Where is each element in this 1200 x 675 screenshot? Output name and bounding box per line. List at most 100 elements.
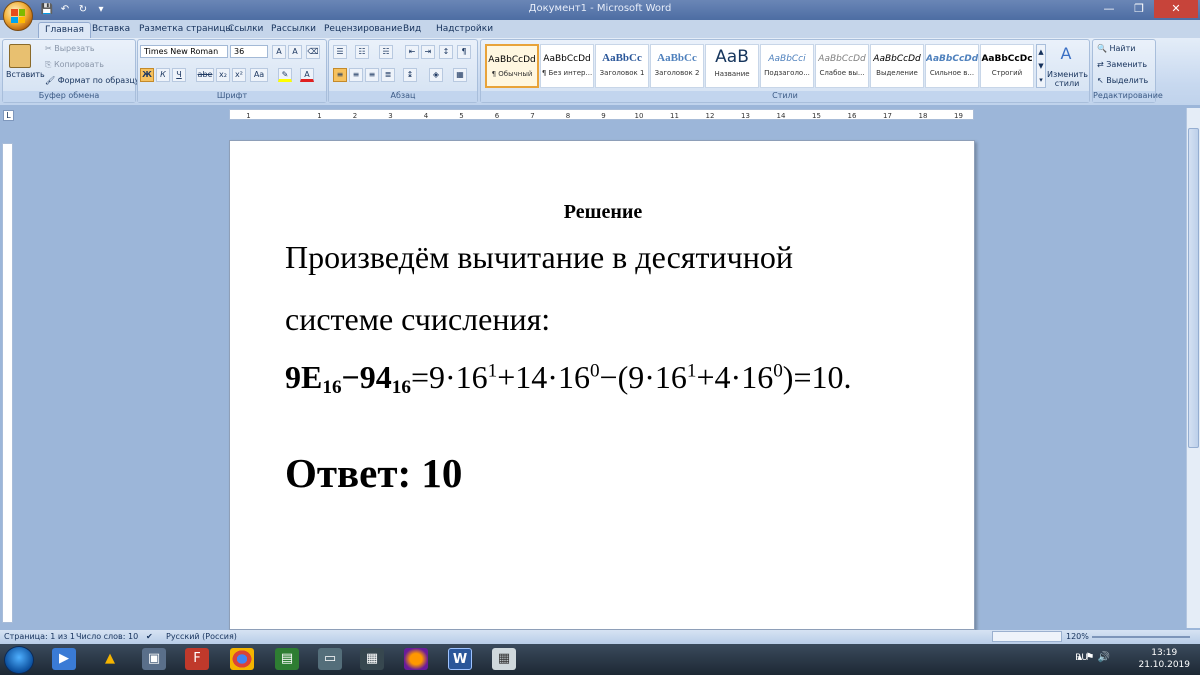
font-size-input[interactable]: 36	[230, 45, 268, 58]
word-count[interactable]: Число слов: 10	[76, 632, 138, 641]
grow-font-icon[interactable]: A	[272, 45, 286, 59]
styles-scroll-icon[interactable]: ▲ ▼ ▾	[1036, 44, 1046, 88]
window-title: Документ1 - Microsoft Word	[528, 3, 672, 14]
multilevel-list-icon[interactable]: ☵	[379, 45, 393, 59]
formula-part-1: =9·16	[410, 359, 488, 395]
word-icon[interactable]: W	[448, 648, 472, 670]
tab-view[interactable]: Вид	[397, 22, 427, 38]
calculator-icon[interactable]: ▦	[492, 648, 516, 670]
ruler-number: 9	[601, 112, 605, 119]
borders-icon[interactable]: ▦	[453, 68, 467, 82]
justify-icon[interactable]: ≣	[381, 68, 395, 82]
decrease-indent-icon[interactable]: ⇤	[405, 45, 419, 59]
tab-home[interactable]: Главная	[38, 22, 91, 38]
align-left-icon[interactable]: ≡	[333, 68, 347, 82]
shading-icon[interactable]: ◈	[429, 68, 443, 82]
tab-references[interactable]: Ссылки	[222, 22, 269, 38]
vertical-ruler[interactable]	[2, 143, 13, 623]
style-strong[interactable]: AaBbCcDc Строгий	[980, 44, 1034, 88]
replace-button[interactable]: ⇄ Заменить	[1097, 60, 1147, 69]
style-title[interactable]: AaB Название	[705, 44, 759, 88]
style-normal[interactable]: AaBbCcDd ¶ Обычный	[485, 44, 539, 88]
align-center-icon[interactable]: ≡	[349, 68, 363, 82]
maximize-button[interactable]: ❐	[1124, 0, 1154, 18]
bold-button[interactable]: Ж	[140, 68, 154, 82]
numbering-icon[interactable]: ☷	[355, 45, 369, 59]
proofing-icon[interactable]: ✔	[146, 632, 153, 641]
tab-addins[interactable]: Надстройки	[430, 22, 499, 38]
tab-review[interactable]: Рецензирование	[318, 22, 408, 38]
styles-group: AaBbCcDd ¶ Обычный AaBbCcDd ¶ Без интер...…	[480, 39, 1090, 103]
paste-icon[interactable]	[9, 44, 31, 68]
filezilla-icon[interactable]: F	[185, 648, 209, 670]
select-button[interactable]: ↖ Выделить	[1097, 76, 1148, 85]
italic-button[interactable]: К	[156, 68, 170, 82]
copy-button[interactable]: ⎘ Копировать	[45, 60, 104, 70]
zoom-slider[interactable]	[1092, 636, 1190, 638]
increase-indent-icon[interactable]: ⇥	[421, 45, 435, 59]
system-clock[interactable]: 13:19 21.10.2019	[1138, 647, 1190, 671]
office-button[interactable]	[3, 1, 33, 31]
tab-insert[interactable]: Вставка	[86, 22, 136, 38]
paragraph-group-label: Абзац	[329, 91, 477, 102]
cut-button[interactable]: ✂ Вырезать	[45, 44, 95, 53]
vertical-scrollbar[interactable]	[1186, 108, 1200, 628]
close-button[interactable]: ✕	[1154, 0, 1198, 18]
change-styles-button[interactable]: Изменить стили	[1047, 70, 1088, 88]
shrink-font-icon[interactable]: A	[288, 45, 302, 59]
style-name: ¶ Обычный	[491, 70, 533, 78]
terminal-icon[interactable]: ▤	[275, 648, 299, 670]
formula-exp-3: 1	[686, 360, 697, 382]
view-buttons[interactable]	[992, 631, 1062, 642]
ruler-number: 15	[812, 112, 821, 119]
tab-selector-icon[interactable]: L	[3, 110, 14, 121]
language-indicator[interactable]: Русский (Россия)	[166, 632, 237, 641]
style-heading-2[interactable]: AaBbCc Заголовок 2	[650, 44, 704, 88]
underline-button[interactable]: Ч	[172, 68, 186, 82]
laptop-icon[interactable]: ▭	[318, 648, 342, 670]
subscript-button[interactable]: x₂	[216, 68, 230, 82]
tab-mailings[interactable]: Рассылки	[265, 22, 322, 38]
font-name-input[interactable]: Times New Roman	[140, 45, 228, 58]
strikethrough-button[interactable]: abe	[196, 68, 214, 82]
sort-icon[interactable]: ↕	[439, 45, 453, 59]
computer-icon[interactable]: ▣	[142, 648, 166, 670]
style-subtle-emphasis[interactable]: AaBbCcDd Слабое вы...	[815, 44, 869, 88]
document-page[interactable]: Решение Произведём вычитание в десятично…	[229, 140, 975, 630]
media-player-icon[interactable]: ▶	[52, 648, 76, 670]
style-no-spacing[interactable]: AaBbCcDd ¶ Без интер...	[540, 44, 594, 88]
tray-icons[interactable]: ▴ ⚑ 🔊	[1077, 652, 1110, 663]
style-emphasis[interactable]: AaBbCcDd Выделение	[870, 44, 924, 88]
style-sample: AaBbCcDd	[488, 55, 536, 65]
show-marks-icon[interactable]: ¶	[457, 45, 471, 59]
align-right-icon[interactable]: ≡	[365, 68, 379, 82]
horizontal-ruler[interactable]: 1 1 2 3 4 5 6 7 8 9 10 11 12 13 14 15 16 17 18 19	[229, 109, 974, 120]
style-heading-1[interactable]: AaBbCc Заголовок 1	[595, 44, 649, 88]
line-spacing-icon[interactable]: ↨	[403, 68, 417, 82]
minimize-button[interactable]: —	[1094, 0, 1124, 18]
format-painter-button[interactable]: 🖌 Формат по образцу	[45, 76, 140, 85]
formula-exp-1: 1	[487, 360, 498, 382]
page-count[interactable]: Страница: 1 из 1	[4, 632, 75, 641]
font-color-icon[interactable]: A	[300, 68, 314, 82]
aimp-icon[interactable]: ▲	[98, 648, 122, 670]
zoom-level[interactable]: 120%	[1066, 632, 1089, 641]
firefox-icon[interactable]	[404, 648, 428, 670]
style-intense-emphasis[interactable]: AaBbCcDd Сильное в...	[925, 44, 979, 88]
formula-minus: −	[341, 359, 360, 395]
highlight-icon[interactable]: ✎	[278, 68, 292, 82]
chrome-icon[interactable]	[230, 648, 254, 670]
clear-format-icon[interactable]: ⌫	[306, 45, 320, 59]
find-button[interactable]: 🔍 Найти	[1097, 44, 1136, 53]
change-styles-icon[interactable]: A	[1055, 44, 1077, 64]
style-name: Выделение	[876, 69, 918, 77]
scrollbar-thumb[interactable]	[1188, 128, 1199, 448]
superscript-button[interactable]: x²	[232, 68, 246, 82]
paste-button[interactable]: Вставить	[6, 70, 45, 79]
start-button[interactable]	[4, 646, 34, 674]
video-icon[interactable]: ▦	[360, 648, 384, 670]
bullets-icon[interactable]: ☰	[333, 45, 347, 59]
change-case-button[interactable]: Aa	[250, 68, 268, 82]
style-subtitle[interactable]: AaBbCci Подзаголо...	[760, 44, 814, 88]
style-sample: AaBbCcDd	[926, 54, 978, 64]
